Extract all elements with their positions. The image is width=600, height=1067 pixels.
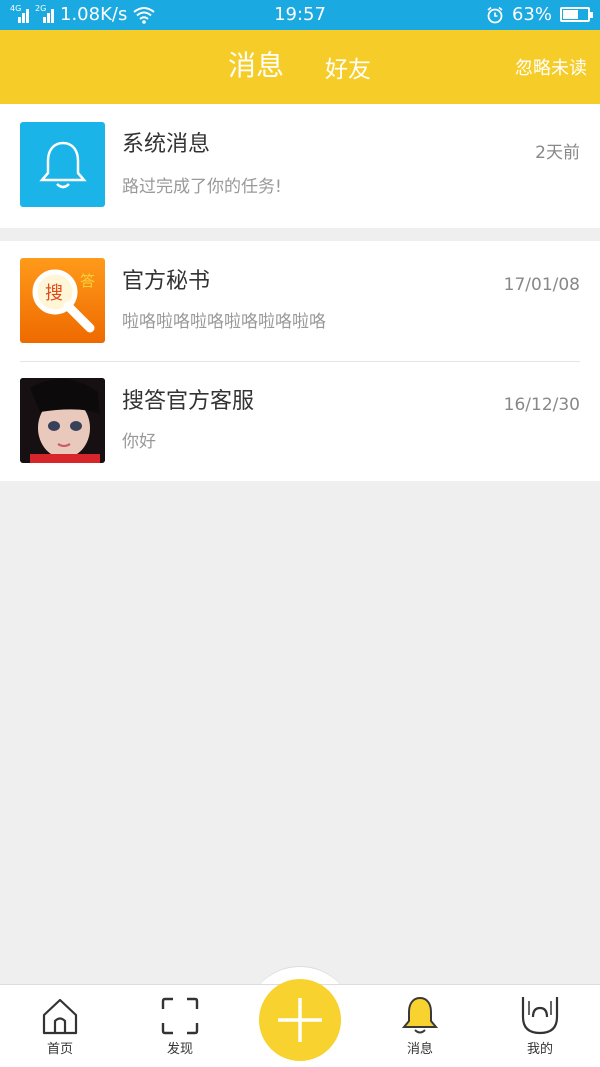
message-title: 系统消息 <box>122 132 211 157</box>
message-preview: 啦咯啦咯啦咯啦咯啦咯啦咯 <box>122 312 326 332</box>
status-right: 63% <box>486 4 593 25</box>
message-time: 17/01/08 <box>503 275 580 295</box>
network-type-2: 2G <box>35 3 47 13</box>
status-left: 4G 2G 1.08K/s <box>10 4 155 25</box>
message-preview: 路过完成了你的任务! <box>122 177 282 197</box>
battery-percent: 63% <box>511 4 552 25</box>
profile-icon <box>521 997 559 1035</box>
user-avatar <box>20 378 105 463</box>
wifi-icon <box>133 6 155 24</box>
bell-icon <box>401 996 439 1034</box>
system-message-section: 系统消息 路过完成了你的任务! 2天前 <box>0 104 600 228</box>
add-button[interactable] <box>259 979 341 1061</box>
header: 消息 好友 忽略未读 <box>0 30 600 104</box>
system-avatar <box>20 122 105 207</box>
network-speed: 1.08K/s <box>60 4 128 25</box>
tab-friends[interactable]: 好友 <box>325 50 371 84</box>
nav-discover-label: 发现 <box>166 1042 193 1057</box>
logo-text-1: 搜 <box>45 283 63 304</box>
nav-mine-label: 我的 <box>526 1042 553 1057</box>
signal-icon: 4G <box>10 3 29 23</box>
message-title: 官方秘书 <box>122 269 211 294</box>
ignore-unread-button[interactable]: 忽略未读 <box>515 54 587 80</box>
battery-fill <box>563 10 579 19</box>
nav-messages[interactable]: 消息 <box>380 993 460 1057</box>
battery-icon <box>560 7 593 22</box>
nav-messages-label: 消息 <box>406 1042 433 1057</box>
tab-messages[interactable]: 消息 <box>228 44 284 84</box>
message-preview: 你好 <box>122 432 156 452</box>
network-type-1: 4G <box>10 3 22 13</box>
nav-mine[interactable]: 我的 <box>500 993 580 1057</box>
message-row-system[interactable]: 系统消息 路过完成了你的任务! 2天前 <box>0 104 600 224</box>
nav-home-label: 首页 <box>46 1042 73 1057</box>
scan-icon <box>161 997 199 1035</box>
message-row-service[interactable]: 搜答官方客服 你好 16/12/30 <box>0 361 600 481</box>
message-time: 16/12/30 <box>503 395 580 415</box>
search-logo-icon: 搜 答 <box>32 269 95 333</box>
message-title: 搜答官方客服 <box>122 389 255 414</box>
message-time: 2天前 <box>535 143 580 163</box>
plus-icon <box>278 998 322 1042</box>
secretary-avatar: 搜 答 <box>20 258 105 343</box>
home-icon <box>42 998 78 1035</box>
alarm-icon <box>487 6 503 23</box>
bell-icon <box>38 141 87 188</box>
portrait-image <box>20 378 105 463</box>
chat-list-section: 搜 答 官方秘书 啦咯啦咯啦咯啦咯啦咯啦咯 17/01/08 搜答官方客服 你好… <box>0 241 600 481</box>
nav-discover[interactable]: 发现 <box>140 993 220 1057</box>
signal-icon-2: 2G <box>35 3 54 23</box>
logo-text-2: 答 <box>80 272 95 290</box>
nav-home[interactable]: 首页 <box>20 993 100 1057</box>
message-row-secretary[interactable]: 搜 答 官方秘书 啦咯啦咯啦咯啦咯啦咯啦咯 17/01/08 <box>0 241 600 361</box>
status-bar: 4G 2G 1.08K/s 19:57 63% <box>0 0 600 30</box>
